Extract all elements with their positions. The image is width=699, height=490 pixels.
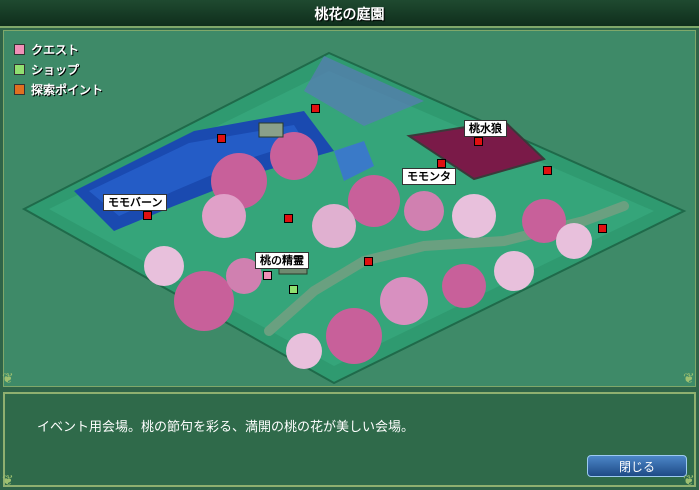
legend-label-explore: 探索ポイント bbox=[31, 82, 104, 97]
legend-label-shop: ショップ bbox=[31, 62, 80, 77]
map-panel: クエスト ショップ 探索ポイント モモバーン 桃水狼 モモンタ 桃の精霊 bbox=[3, 30, 696, 387]
gazebo bbox=[258, 122, 284, 138]
close-button[interactable]: 閉じる bbox=[587, 455, 687, 477]
explore-point-marker[interactable] bbox=[598, 224, 607, 233]
explore-point-marker[interactable] bbox=[311, 104, 320, 113]
map-label-momonta[interactable]: モモンタ bbox=[402, 168, 456, 185]
explore-point-marker[interactable] bbox=[364, 257, 373, 266]
corner-ornament-icon: ❦ bbox=[2, 371, 14, 387]
window-frame: 桃花の庭園 クエスト ショップ 探索ポイント モモバーン 桃水狼 モモンタ 桃の… bbox=[0, 0, 699, 490]
corner-ornament-icon: ❦ bbox=[683, 371, 695, 387]
legend-item-quest: クエスト bbox=[14, 39, 103, 59]
legend-label-quest: クエスト bbox=[31, 42, 80, 57]
window-title: 桃花の庭園 bbox=[314, 7, 385, 23]
title-bar: 桃花の庭園 bbox=[0, 0, 699, 28]
legend-item-explore: 探索ポイント bbox=[14, 79, 103, 99]
explore-point-marker[interactable] bbox=[217, 134, 226, 143]
legend-swatch-quest bbox=[14, 43, 25, 55]
corner-ornament-icon: ❦ bbox=[2, 473, 14, 489]
explore-point-marker[interactable] bbox=[543, 166, 552, 175]
explore-point-marker[interactable] bbox=[437, 159, 446, 168]
map-label-momo-bern[interactable]: モモバーン bbox=[103, 194, 168, 211]
explore-point-marker[interactable] bbox=[284, 214, 293, 223]
explore-point-marker[interactable] bbox=[474, 137, 483, 146]
map-label-peach-water-wolf[interactable]: 桃水狼 bbox=[464, 120, 507, 137]
quest-marker[interactable] bbox=[263, 271, 272, 280]
shop-marker[interactable] bbox=[289, 285, 298, 294]
legend-swatch-explore bbox=[14, 83, 25, 95]
description-panel: イベント用会場。桃の節句を彩る、満開の桃の花が美しい会場。 閉じる bbox=[3, 392, 696, 487]
description-text: イベント用会場。桃の節句を彩る、満開の桃の花が美しい会場。 bbox=[37, 420, 415, 435]
map-label-peach-spirit[interactable]: 桃の精霊 bbox=[255, 252, 309, 269]
legend-item-shop: ショップ bbox=[14, 59, 103, 79]
map-legend: クエスト ショップ 探索ポイント bbox=[14, 39, 103, 99]
corner-ornament-icon: ❦ bbox=[683, 473, 695, 489]
legend-swatch-shop bbox=[14, 63, 25, 75]
explore-point-marker[interactable] bbox=[143, 211, 152, 220]
